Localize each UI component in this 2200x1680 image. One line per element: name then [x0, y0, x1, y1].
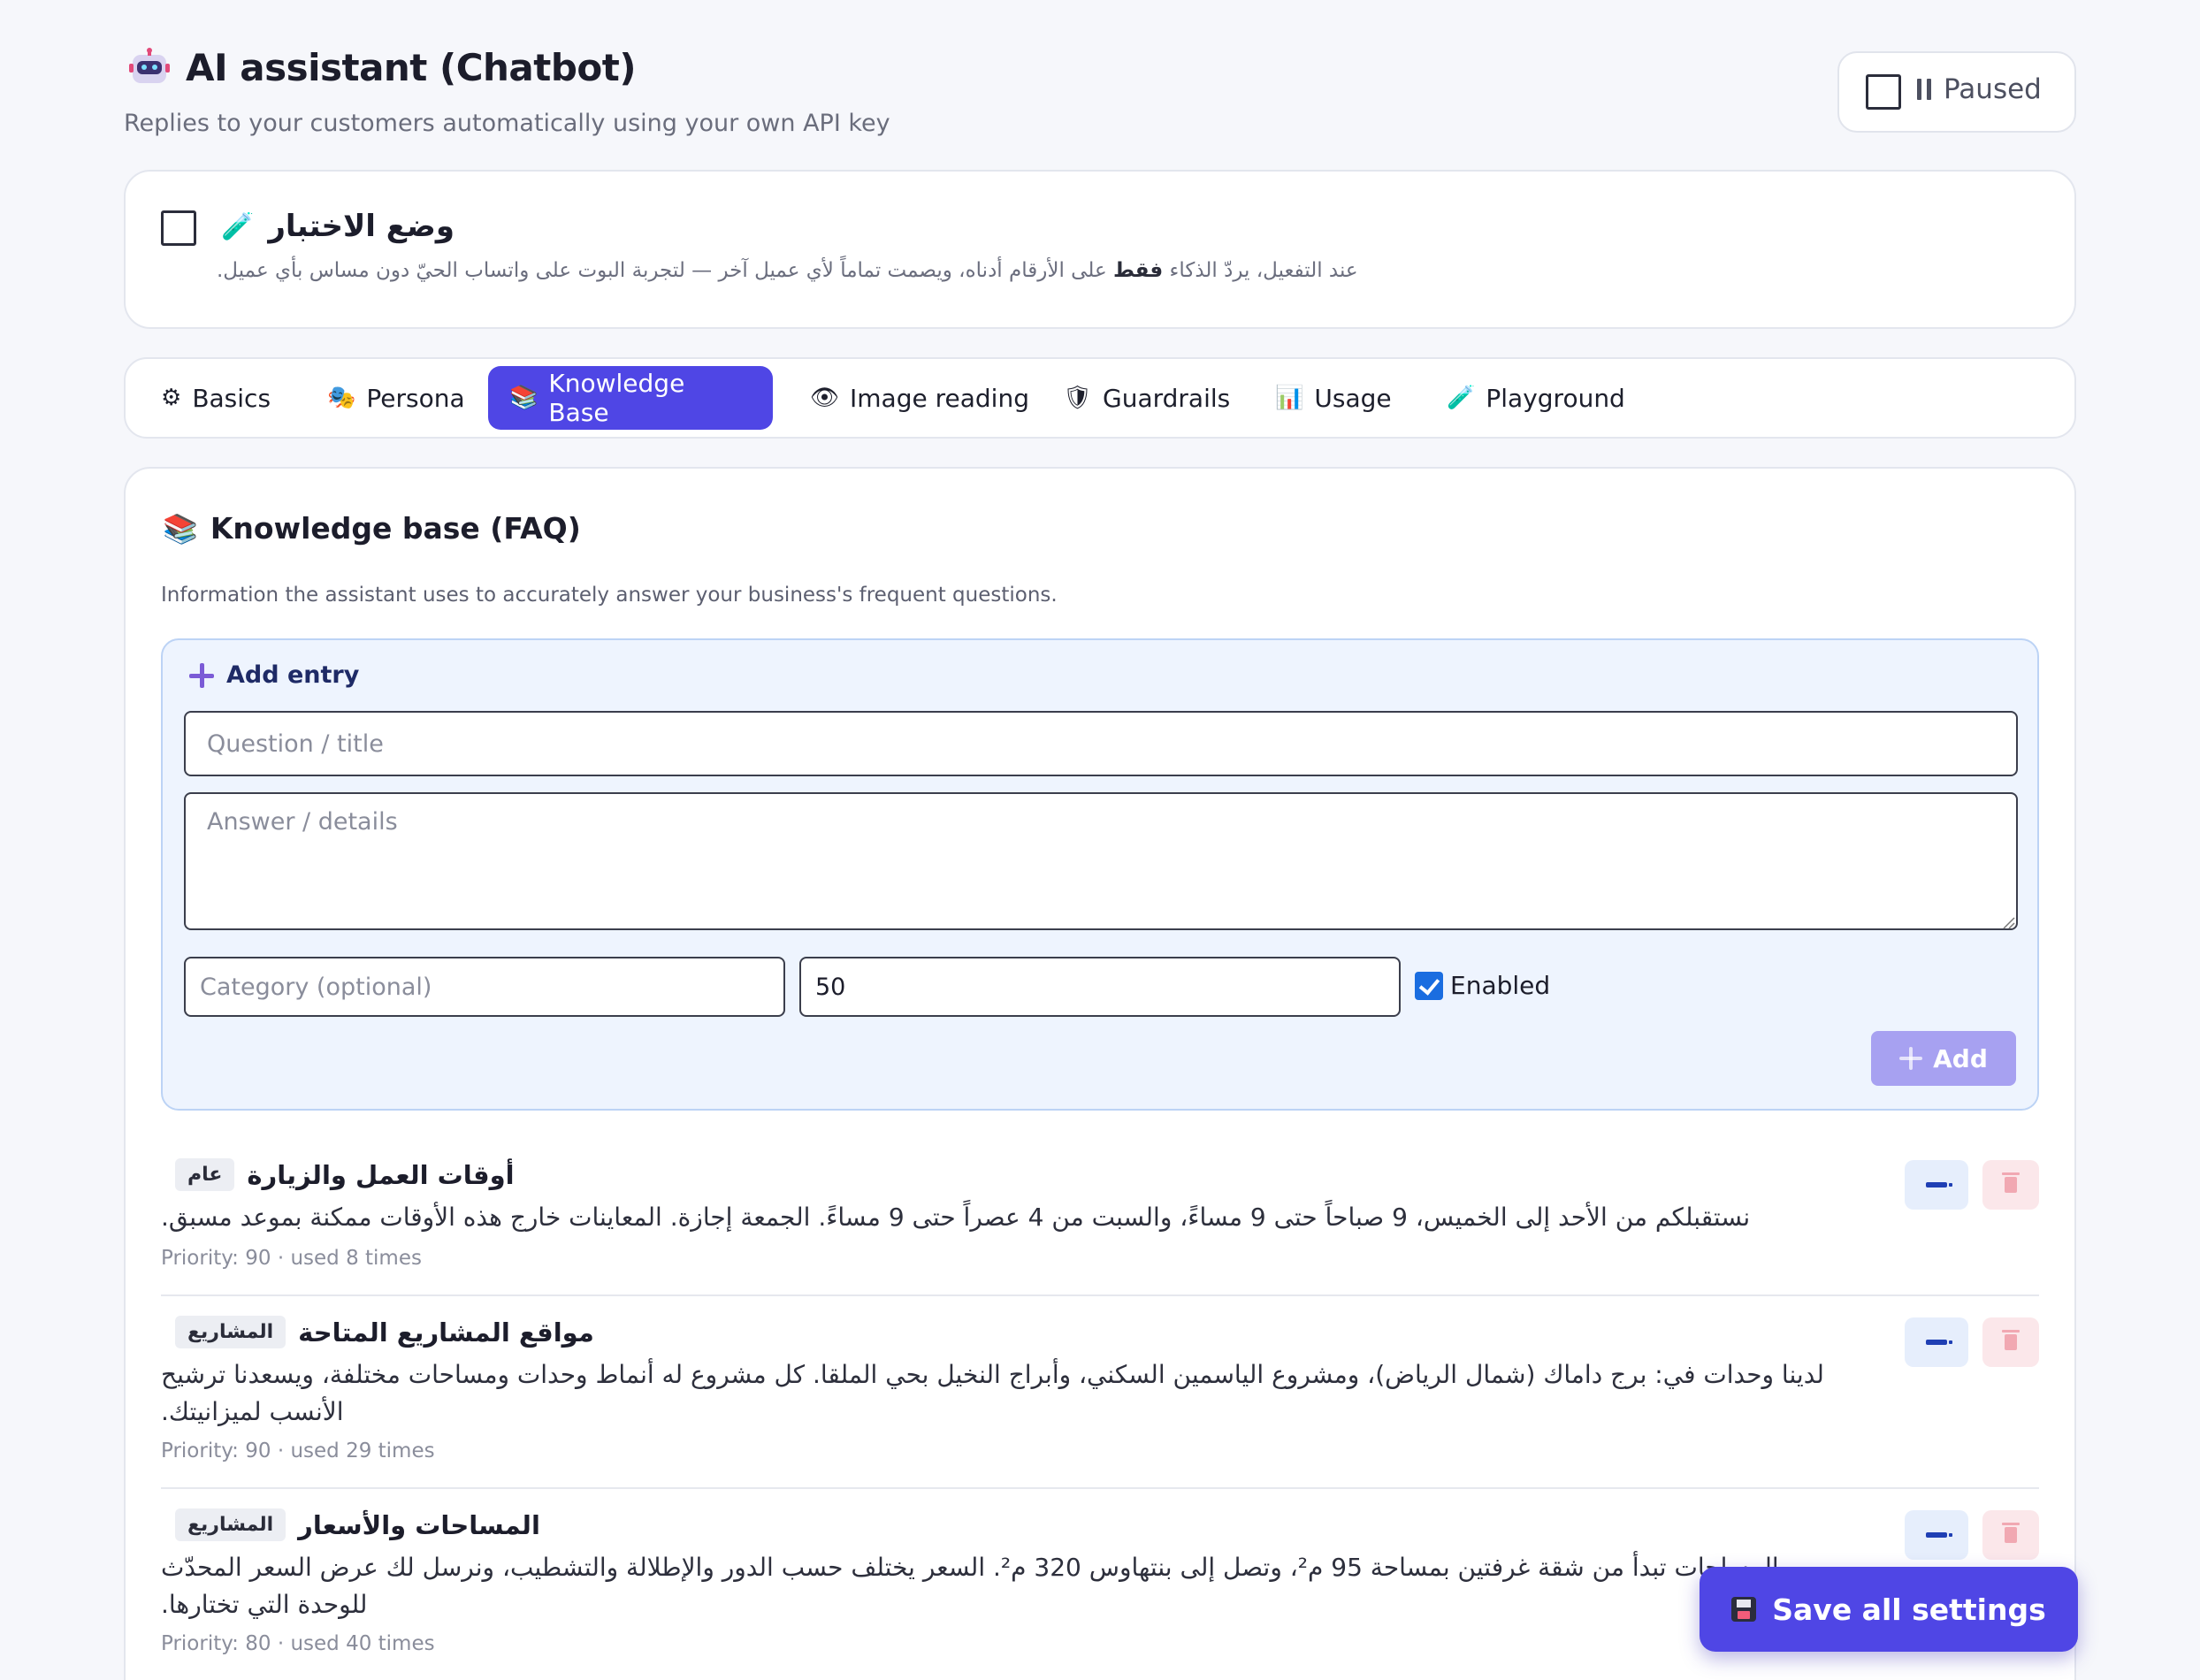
test-mode-desc-bold: فقط: [1113, 259, 1164, 282]
shield-icon: 🛡: [1063, 385, 1093, 411]
plus-icon: [189, 662, 214, 688]
knowledge-base-title: 📚 Knowledge base (FAQ): [163, 511, 581, 546]
list-item-answer: المساحات تبدأ من شقة غرفتين بمساحة 95 م²…: [161, 1553, 1779, 1619]
status-label: Paused: [1917, 73, 2042, 105]
trash-icon: [2002, 1172, 2020, 1193]
entry-title-text: مواقع المشاريع المتاحة: [298, 1317, 594, 1348]
list-item-title: أوقات العمل والزيارة عام: [175, 1158, 515, 1191]
floppy-disk-icon: [1731, 1597, 1757, 1622]
edit-button[interactable]: [1905, 1160, 1968, 1210]
pause-icon: [1917, 79, 1931, 100]
tab-label: Guardrails: [1103, 383, 1231, 413]
tab-usage[interactable]: 📊 Usage: [1254, 366, 1413, 430]
status-text: Paused: [1944, 73, 2042, 105]
status-checkbox[interactable]: [1866, 74, 1901, 110]
pencil-icon: [1926, 1182, 1952, 1187]
test-mode-desc-after: على الأرقام أدناه، ويصمت تماماً لأي عميل…: [217, 259, 1113, 282]
pencil-icon: [1926, 1532, 1952, 1538]
trash-icon: [2002, 1330, 2020, 1350]
page-title: AI assistant (Chatbot): [129, 46, 637, 89]
delete-button[interactable]: [1982, 1317, 2039, 1367]
entry-title-text: أوقات العمل والزيارة: [247, 1159, 515, 1190]
category-input[interactable]: [184, 957, 785, 1017]
robot-icon: [129, 47, 170, 88]
divider: [161, 1294, 2039, 1296]
tab-label: Playground: [1486, 383, 1625, 413]
enabled-checkbox[interactable]: [1415, 972, 1443, 1000]
test-tube-icon: 🧪: [221, 210, 255, 242]
list-item-title: المساحات والأسعار المشاريع: [175, 1508, 540, 1541]
masks-icon: 🎭: [327, 385, 356, 411]
test-mode-checkbox[interactable]: [161, 210, 196, 246]
eye-icon: 👁: [810, 385, 840, 411]
save-button-label: Save all settings: [1772, 1592, 2046, 1627]
save-all-settings-button[interactable]: Save all settings: [1700, 1567, 2078, 1652]
divider: [161, 1487, 2039, 1489]
tab-basics[interactable]: ⚙ Basics: [140, 366, 292, 430]
test-tube-icon: 🧪: [1447, 385, 1476, 411]
test-mode-card: [124, 170, 2076, 329]
tab-label: Persona: [366, 383, 465, 413]
add-button-label: Add: [1933, 1043, 1988, 1073]
test-mode-desc-before: عند التفعيل، يردّ الذكاء: [1163, 259, 1358, 282]
test-mode-title: وضع الاختبار 🧪: [221, 209, 455, 244]
knowledge-base-title-text: Knowledge base (FAQ): [210, 511, 581, 546]
page-title-text: AI assistant (Chatbot): [186, 46, 637, 89]
trash-icon: [2002, 1523, 2020, 1543]
add-entry-label: Add entry: [226, 661, 360, 689]
plus-icon: [1899, 1047, 1923, 1070]
pencil-icon: [1926, 1340, 1952, 1345]
tab-persona[interactable]: 🎭 Persona: [306, 366, 486, 430]
list-item-meta: Priority: 90 · used 29 times: [161, 1439, 435, 1462]
list-item-answer: لدينا وحدات في: برج داماك (شمال الرياض)،…: [161, 1360, 1824, 1426]
tab-knowledge-base[interactable]: 📚 Knowledge Base: [488, 366, 773, 430]
tab-label: Usage: [1314, 383, 1392, 413]
tab-label: Basics: [192, 383, 271, 413]
delete-button[interactable]: [1982, 1160, 2039, 1210]
books-icon: 📚: [163, 511, 198, 546]
enabled-label: Enabled: [1450, 971, 1551, 1000]
list-item-title: مواقع المشاريع المتاحة المشاريع: [175, 1316, 594, 1348]
list-item-answer: نستقبلكم من الأحد إلى الخميس، 9 صباحاً ح…: [161, 1203, 1751, 1232]
books-icon: 📚: [509, 385, 539, 411]
edit-button[interactable]: [1905, 1510, 1968, 1560]
knowledge-base-description: Information the assistant uses to accura…: [161, 584, 1058, 607]
category-badge: عام: [175, 1158, 235, 1191]
category-badge: المشاريع: [175, 1316, 286, 1348]
list-item-meta: Priority: 90 · used 8 times: [161, 1247, 422, 1270]
question-input[interactable]: [184, 711, 2018, 776]
tab-playground[interactable]: 🧪 Playground: [1425, 366, 1646, 430]
list-item-meta: Priority: 80 · used 40 times: [161, 1632, 435, 1655]
test-mode-title-text: وضع الاختبار: [268, 209, 455, 244]
priority-input[interactable]: [799, 957, 1401, 1017]
tab-image-reading[interactable]: 👁 Image reading: [789, 366, 1050, 430]
tab-label: Image reading: [850, 383, 1029, 413]
gear-icon: ⚙: [161, 385, 182, 411]
entry-title-text: المساحات والأسعار: [298, 1509, 540, 1540]
answer-textarea[interactable]: [184, 792, 2018, 930]
category-badge: المشاريع: [175, 1508, 286, 1541]
tab-label: Knowledge Base: [548, 369, 685, 427]
edit-button[interactable]: [1905, 1317, 1968, 1367]
test-mode-description: عند التفعيل، يردّ الذكاء فقط على الأرقام…: [217, 259, 1358, 282]
delete-button[interactable]: [1982, 1510, 2039, 1560]
add-entry-heading: Add entry: [189, 661, 359, 689]
bar-chart-icon: 📊: [1275, 385, 1304, 411]
add-button[interactable]: Add: [1871, 1031, 2016, 1086]
tab-guardrails[interactable]: 🛡 Guardrails: [1042, 366, 1251, 430]
page-subtitle: Replies to your customers automatically …: [124, 110, 890, 137]
